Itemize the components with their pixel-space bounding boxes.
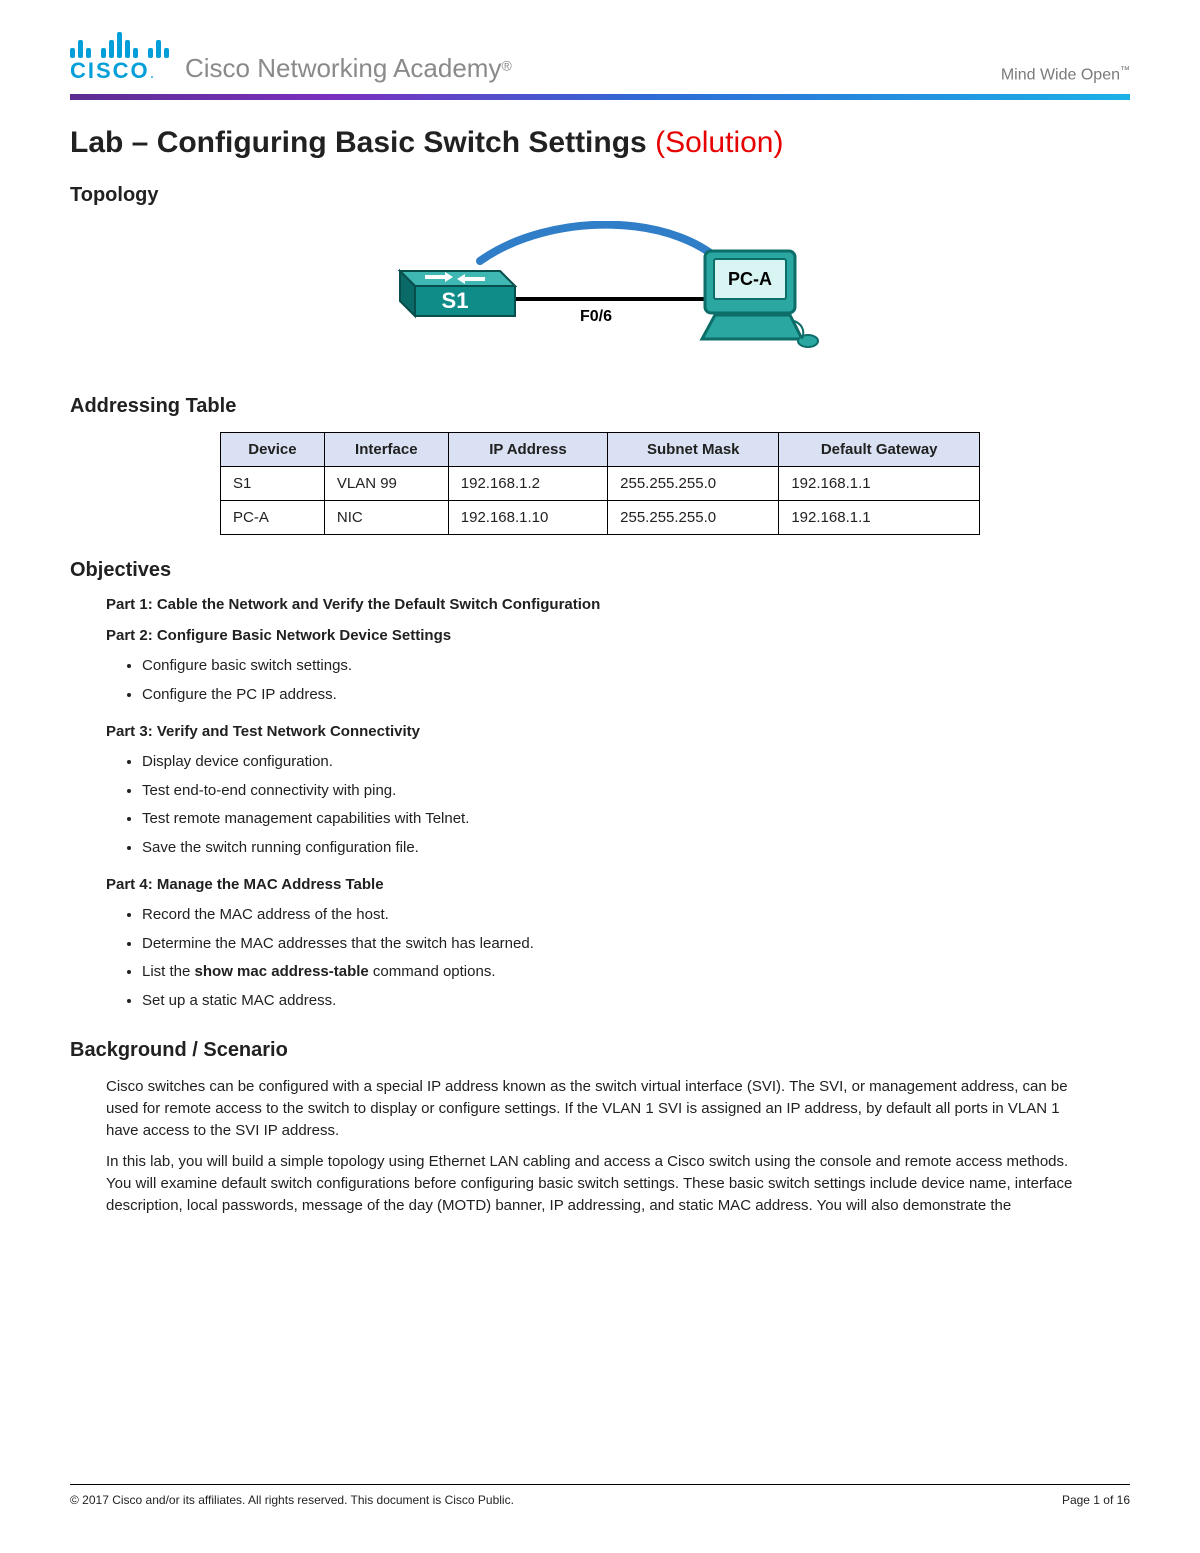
section-background: Background / Scenario	[70, 1039, 1130, 1062]
academy-title: Cisco Networking Academy®	[185, 53, 512, 84]
col-device: Device	[221, 433, 325, 467]
topology-diagram: F0/6 S1 PC-A	[70, 221, 1130, 371]
pc-icon: PC-A	[702, 251, 818, 347]
section-objectives: Objectives	[70, 559, 1130, 582]
list-item: Record the MAC address of the host.	[142, 901, 1130, 930]
list-item: Configure basic switch settings.	[142, 652, 1130, 681]
gradient-divider	[70, 94, 1130, 100]
table-header-row: Device Interface IP Address Subnet Mask …	[221, 433, 980, 467]
part3-heading: Part 3: Verify and Test Network Connecti…	[106, 723, 1130, 740]
col-ip: IP Address	[448, 433, 607, 467]
list-item: Display device configuration.	[142, 748, 1130, 777]
cisco-wordmark: CISCO.	[70, 58, 169, 84]
cisco-bars-icon	[70, 30, 169, 58]
page-footer: © 2017 Cisco and/or its affiliates. All …	[70, 1484, 1130, 1507]
col-mask: Subnet Mask	[608, 433, 779, 467]
table-row: PC-A NIC 192.168.1.10 255.255.255.0 192.…	[221, 501, 980, 535]
part4-list: Record the MAC address of the host. Dete…	[142, 901, 1130, 1015]
cisco-logo: CISCO.	[70, 30, 169, 84]
command-text: show mac address-table	[195, 963, 369, 980]
section-topology: Topology	[70, 184, 1130, 207]
addressing-table: Device Interface IP Address Subnet Mask …	[220, 432, 980, 535]
list-item: Determine the MAC addresses that the swi…	[142, 930, 1130, 959]
part2-list: Configure basic switch settings. Configu…	[142, 652, 1130, 709]
list-item: Test end-to-end connectivity with ping.	[142, 777, 1130, 806]
table-row: S1 VLAN 99 192.168.1.2 255.255.255.0 192…	[221, 467, 980, 501]
svg-text:S1: S1	[442, 288, 469, 313]
list-item: List the show mac address-table command …	[142, 958, 1130, 987]
interface-label: F0/6	[580, 308, 612, 325]
document-page: CISCO. Cisco Networking Academy® Mind Wi…	[0, 0, 1200, 1553]
list-item: Configure the PC IP address.	[142, 681, 1130, 710]
page-number: Page 1 of 16	[1062, 1493, 1130, 1507]
part3-list: Display device configuration. Test end-t…	[142, 748, 1130, 862]
list-item: Save the switch running configuration fi…	[142, 834, 1130, 863]
background-p2: In this lab, you will build a simple top…	[106, 1151, 1094, 1216]
part1-heading: Part 1: Cable the Network and Verify the…	[106, 596, 1130, 613]
switch-icon: S1	[400, 271, 515, 316]
svg-text:PC-A: PC-A	[728, 269, 772, 289]
section-addressing: Addressing Table	[70, 395, 1130, 418]
list-item: Test remote management capabilities with…	[142, 805, 1130, 834]
page-title: Lab – Configuring Basic Switch Settings …	[70, 126, 1130, 160]
part4-heading: Part 4: Manage the MAC Address Table	[106, 876, 1130, 893]
brand-block: CISCO. Cisco Networking Academy®	[70, 30, 512, 84]
col-interface: Interface	[324, 433, 448, 467]
col-gateway: Default Gateway	[779, 433, 980, 467]
tagline: Mind Wide Open™	[1001, 65, 1130, 84]
list-item: Set up a static MAC address.	[142, 987, 1130, 1016]
topology-svg: F0/6 S1 PC-A	[370, 221, 830, 371]
header: CISCO. Cisco Networking Academy® Mind Wi…	[70, 30, 1130, 90]
background-p1: Cisco switches can be configured with a …	[106, 1076, 1094, 1141]
copyright: © 2017 Cisco and/or its affiliates. All …	[70, 1493, 514, 1507]
part2-heading: Part 2: Configure Basic Network Device S…	[106, 627, 1130, 644]
